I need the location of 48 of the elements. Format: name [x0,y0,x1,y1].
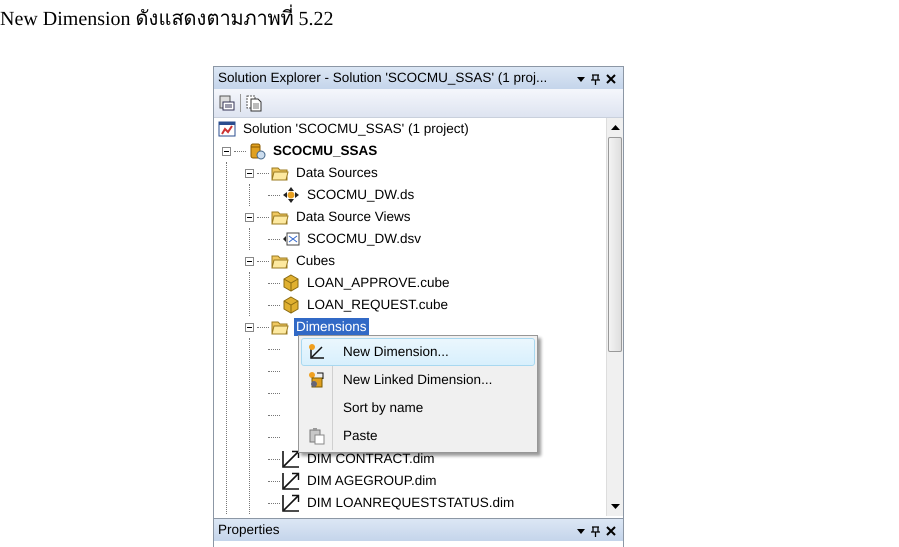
panel-title: Solution Explorer - Solution 'SCOCMU_SSAS' (1 proj... [218,68,548,87]
pin-icon[interactable] [591,526,600,537]
scrollbar-thumb[interactable] [608,137,622,352]
data-source-icon [282,186,300,204]
dropdown-caret-icon[interactable] [577,76,585,82]
properties-icon[interactable] [218,94,236,112]
pin-icon[interactable] [591,74,600,85]
tree-item[interactable]: DIM AGEGROUP.dim [305,472,439,490]
collapse-toggle[interactable] [245,322,254,332]
cube-icon [282,274,300,292]
menu-item[interactable]: Sort by name [301,394,535,422]
tree-item[interactable]: Dimensions [294,318,369,336]
cube-icon [282,296,300,314]
tree-item[interactable]: LOAN_REQUEST.cube [305,296,450,314]
data-source-view-icon [282,230,300,248]
menu-item[interactable]: New Dimension... [301,338,535,366]
scroll-down-icon[interactable] [611,504,620,509]
tree-item[interactable]: Data Sources [294,164,380,182]
tree-item[interactable]: LOAN_APPROVE.cube [305,274,452,292]
tree-item[interactable]: SCOCMU_SSAS [271,142,380,160]
scroll-up-icon[interactable] [611,125,620,130]
tree-item[interactable]: Data Source Views [294,208,413,226]
tree-item[interactable]: DIM LOANREQUESTSTATUS.dim [305,494,516,512]
properties-title: Properties [218,520,281,539]
caption-text: New Dimension ดังแสดงตามภาพที่ 5.22 [0,0,899,36]
vertical-scrollbar[interactable] [606,118,623,516]
tree-item[interactable]: SCOCMU_DW.dsv [305,230,424,248]
collapse-toggle[interactable] [222,146,231,156]
tree-item[interactable]: SCOCMU_DW.ds [305,186,416,204]
dimension-icon [282,450,300,468]
menu-item[interactable]: New Linked Dimension... [301,366,535,394]
solution-icon [218,120,236,138]
tree-item[interactable]: Cubes [294,252,338,270]
show-all-files-icon[interactable] [245,94,263,112]
dimension-icon [282,472,300,490]
dropdown-caret-icon[interactable] [577,528,585,534]
dimension-icon [308,343,326,361]
close-icon[interactable] [606,74,616,84]
collapse-toggle[interactable] [245,168,254,178]
collapse-toggle[interactable] [245,256,254,266]
collapse-toggle[interactable] [245,212,254,222]
tree-item[interactable]: DIM CONTRACT.dim [305,450,436,468]
dimension-icon [282,494,300,512]
database-icon [248,142,266,160]
close-icon[interactable] [606,526,616,536]
tree-item[interactable]: Solution 'SCOCMU_SSAS' (1 project) [241,120,471,138]
paste-icon [308,427,326,445]
menu-item[interactable]: Paste [301,422,535,450]
